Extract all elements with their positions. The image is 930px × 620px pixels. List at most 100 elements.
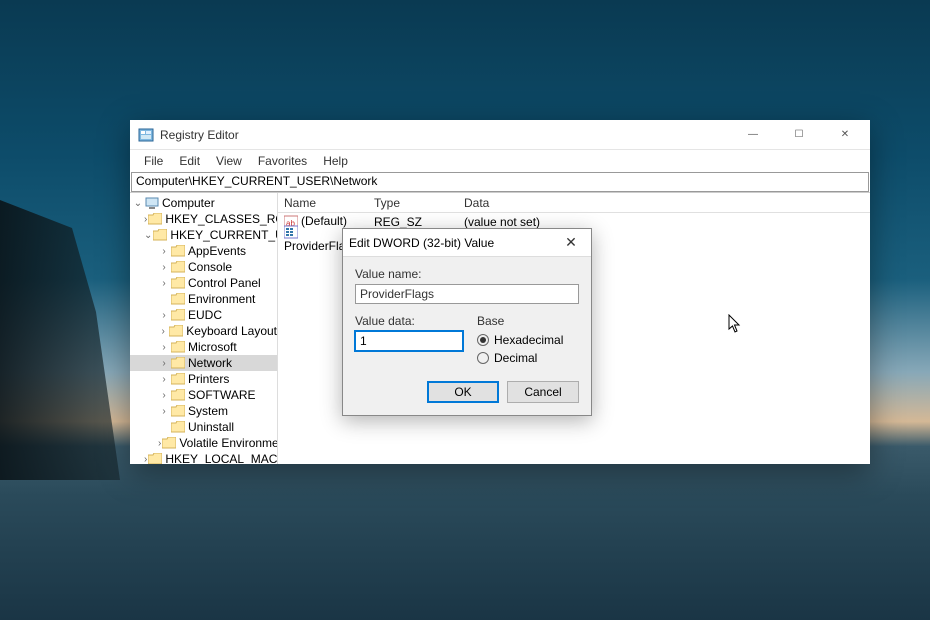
radio-hexadecimal[interactable]: Hexadecimal: [477, 331, 563, 349]
expand-icon[interactable]: ›: [158, 390, 170, 401]
expand-icon[interactable]: ›: [158, 278, 170, 289]
tree-hive[interactable]: › HKEY_LOCAL_MACHINE: [130, 451, 277, 464]
menu-edit[interactable]: Edit: [171, 152, 208, 170]
desktop-background: Registry Editor — ☐ ✕ File Edit View Fav…: [0, 0, 930, 620]
tree-label: Control Panel: [188, 276, 261, 290]
dialog-close-button[interactable]: ✕: [557, 229, 585, 257]
tree-label: Microsoft: [188, 340, 237, 354]
folder-icon: [171, 245, 185, 257]
window-title: Registry Editor: [160, 128, 730, 142]
tree-label: EUDC: [188, 308, 222, 322]
dialog-titlebar[interactable]: Edit DWORD (32-bit) Value ✕: [343, 229, 591, 257]
tree-label: HKEY_CURRENT_USER: [170, 228, 278, 242]
expand-icon[interactable]: ›: [158, 246, 170, 257]
tree-label: HKEY_CLASSES_ROOT: [165, 212, 278, 226]
tree-item-selected[interactable]: › Network: [130, 355, 277, 371]
expand-icon[interactable]: ›: [158, 438, 161, 449]
tree-item[interactable]: › Control Panel: [130, 275, 277, 291]
tree-label: Keyboard Layout: [186, 324, 277, 338]
expand-icon[interactable]: ›: [158, 262, 170, 273]
titlebar[interactable]: Registry Editor — ☐ ✕: [130, 120, 870, 150]
tree-label: Volatile Environment: [179, 436, 278, 450]
tree-item[interactable]: › Volatile Environment: [130, 435, 277, 451]
tree-label: Network: [188, 356, 232, 370]
col-type-header[interactable]: Type: [368, 196, 458, 210]
folder-icon: [171, 357, 185, 369]
dialog-title: Edit DWORD (32-bit) Value: [349, 236, 557, 250]
folder-icon: [169, 325, 183, 337]
folder-icon: [171, 405, 185, 417]
col-data-header[interactable]: Data: [458, 196, 870, 210]
folder-icon: [171, 293, 185, 305]
tree-item[interactable]: › Printers: [130, 371, 277, 387]
tree-root[interactable]: ⌄ Computer: [130, 195, 277, 211]
value-data-label: Value data:: [355, 314, 463, 328]
close-button[interactable]: ✕: [822, 120, 868, 150]
address-bar[interactable]: Computer\HKEY_CURRENT_USER\Network: [131, 172, 869, 192]
radio-icon: [477, 334, 489, 346]
folder-icon: [171, 389, 185, 401]
value-data-field[interactable]: [355, 331, 463, 351]
folder-icon: [171, 309, 185, 321]
folder-icon: [162, 437, 176, 449]
tree-item[interactable]: › EUDC: [130, 307, 277, 323]
tree-label: SOFTWARE: [188, 388, 256, 402]
maximize-button[interactable]: ☐: [776, 120, 822, 150]
tree-item[interactable]: ›AppEvents: [130, 243, 277, 259]
folder-icon: [171, 261, 185, 273]
expand-icon[interactable]: ›: [158, 358, 170, 369]
tree-item[interactable]: › Console: [130, 259, 277, 275]
computer-icon: [145, 197, 159, 209]
menu-file[interactable]: File: [136, 152, 171, 170]
tree-item[interactable]: Environment: [130, 291, 277, 307]
expand-icon[interactable]: ›: [158, 310, 170, 321]
list-header: Name Type Data: [278, 193, 870, 213]
menu-view[interactable]: View: [208, 152, 250, 170]
edit-dword-dialog: Edit DWORD (32-bit) Value ✕ Value name: …: [342, 228, 592, 416]
folder-icon: [171, 277, 185, 289]
menu-help[interactable]: Help: [315, 152, 356, 170]
col-name-header[interactable]: Name: [278, 196, 368, 210]
tree-label: Console: [188, 260, 232, 274]
tree-item[interactable]: › Microsoft: [130, 339, 277, 355]
cancel-button[interactable]: Cancel: [507, 381, 579, 403]
value-type: REG_SZ: [368, 215, 458, 229]
tree-item[interactable]: › Keyboard Layout: [130, 323, 277, 339]
expand-icon[interactable]: ›: [158, 342, 170, 353]
expand-icon[interactable]: ›: [158, 374, 170, 385]
expand-icon[interactable]: ›: [144, 214, 147, 225]
folder-icon: [148, 453, 162, 464]
value-name-label: Value name:: [355, 267, 579, 281]
tree-view[interactable]: ⌄ Computer › HKEY_CLASSES_ROOT ⌄ HKEY_CU…: [130, 193, 278, 464]
menu-favorites[interactable]: Favorites: [250, 152, 315, 170]
value-name-field[interactable]: [355, 284, 579, 304]
folder-icon: [148, 213, 162, 225]
radio-icon: [477, 352, 489, 364]
tree-label: HKEY_LOCAL_MACHINE: [165, 452, 278, 464]
tree-label: Printers: [188, 372, 229, 386]
dword-value-icon: [284, 225, 298, 239]
collapse-icon[interactable]: ⌄: [144, 230, 152, 241]
minimize-button[interactable]: —: [730, 120, 776, 150]
folder-icon: [171, 341, 185, 353]
tree-label: Environment: [188, 292, 255, 306]
tree-label: Computer: [162, 196, 215, 210]
base-label: Base: [477, 314, 563, 328]
radio-label: Hexadecimal: [494, 333, 563, 347]
tree-item[interactable]: › SOFTWARE: [130, 387, 277, 403]
expand-icon[interactable]: ›: [158, 326, 168, 337]
expand-icon[interactable]: ›: [144, 454, 147, 465]
radio-label: Decimal: [494, 351, 537, 365]
ok-button[interactable]: OK: [427, 381, 499, 403]
collapse-icon[interactable]: ⌄: [132, 198, 144, 209]
menubar: File Edit View Favorites Help: [130, 150, 870, 172]
tree-hive[interactable]: ⌄ HKEY_CURRENT_USER: [130, 227, 277, 243]
tree-item[interactable]: Uninstall: [130, 419, 277, 435]
folder-icon: [171, 373, 185, 385]
app-icon: [138, 127, 154, 143]
expand-icon[interactable]: ›: [158, 406, 170, 417]
tree-item[interactable]: ›System: [130, 403, 277, 419]
value-data: (value not set): [458, 215, 870, 229]
radio-decimal[interactable]: Decimal: [477, 349, 563, 367]
tree-hive[interactable]: › HKEY_CLASSES_ROOT: [130, 211, 277, 227]
